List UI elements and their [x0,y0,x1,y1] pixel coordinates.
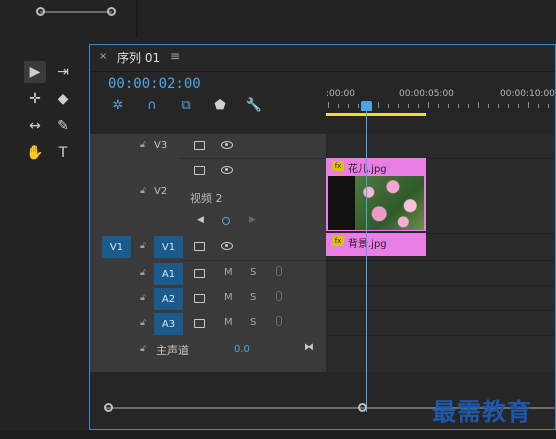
playhead-timecode[interactable]: 00:00:02:00 [108,76,201,92]
master-volume-value[interactable]: 0.0 [234,344,250,355]
track-select-tool-icon[interactable]: ⇥ [52,61,74,83]
lock-icon[interactable]: 🔓︎ [140,268,148,278]
sync-lock-icon[interactable] [194,166,205,175]
lock-icon[interactable]: 🔓︎ [140,241,148,251]
track-row-v3: 🔓︎ V3 [90,134,326,159]
bottom-bar [0,430,556,439]
fx-badge: fx [332,161,344,171]
ruler-label-5: 00:00:05:00 [399,89,454,99]
mute-button[interactable]: M [224,267,233,278]
mic-icon[interactable] [276,316,282,326]
track-target-a1[interactable]: A1 [154,263,183,285]
nest-toggle-icon[interactable]: ✲ [110,97,126,113]
mic-icon[interactable] [276,291,282,301]
source-zoom-track[interactable] [40,11,112,13]
source-monitor-strip [0,0,556,38]
track-target-a3[interactable]: A3 [154,313,183,335]
lock-icon[interactable]: 🔓︎ [140,140,148,150]
add-marker-icon[interactable]: ⬟ [212,97,228,113]
timeline-panel: × 序列 01 ≡ 00:00:02:00 ✲ ∩ ⧉ ⬟ 🔧 :00:00 0… [89,44,556,430]
track-row-a1: 🔓︎ A1 M S [90,262,326,287]
eye-icon[interactable] [221,166,233,174]
linked-selection-icon[interactable]: ⧉ [178,97,194,113]
source-zoom-end-handle[interactable] [107,7,116,16]
sync-lock-icon[interactable] [194,294,205,303]
track-row-master: 🔓︎ 主声道 0.0 ⧓ [90,338,326,363]
clip-flower-name: 花儿.jpg [348,164,387,175]
ripple-edit-tool-icon[interactable]: ✛ [24,88,46,110]
pen-tool-icon[interactable]: ✎ [52,115,74,137]
lock-icon[interactable]: 🔓︎ [140,318,148,328]
mute-button[interactable]: M [224,317,233,328]
zoom-start-handle[interactable] [104,403,113,412]
mic-icon[interactable] [276,266,282,276]
track-name-v3[interactable]: V3 [154,140,167,151]
sync-lock-icon[interactable] [194,141,205,150]
watermark-logo: 最需教育 [432,397,532,426]
clip-flower[interactable]: fx 花儿.jpg [326,158,426,231]
track-target-v1[interactable]: V1 [154,236,183,258]
solo-button[interactable]: S [250,267,256,278]
razor-tool-icon[interactable]: ◆ [52,88,74,110]
master-label: 主声道 [156,344,189,357]
panel-divider [136,0,138,38]
sync-lock-icon[interactable] [194,242,205,251]
eye-icon[interactable] [221,242,233,250]
sync-lock-icon[interactable] [194,269,205,278]
source-zoom-start-handle[interactable] [36,7,45,16]
track-row-a2: 🔓︎ A2 M S [90,287,326,312]
sync-lock-icon[interactable] [194,319,205,328]
zoom-end-handle[interactable] [358,403,367,412]
track-row-v1: V1 🔓︎ V1 [90,235,326,260]
type-tool-icon[interactable]: T [52,142,74,164]
prev-keyframe-icon[interactable]: ◀ [197,215,204,225]
track-target-a2[interactable]: A2 [154,288,183,310]
timeline-settings-icon[interactable]: 🔧 [246,97,262,113]
tools-panel: ▶ ⇥ ✛ ◆ ↔ ✎ ✋ T [0,38,88,430]
mute-button[interactable]: M [224,292,233,303]
tab-close-button[interactable]: × [99,51,107,62]
tab-menu-icon[interactable]: ≡ [170,49,180,63]
ruler-label-0: :00:00 [326,89,355,99]
track-label-v2: 视频 2 [190,192,223,205]
playhead-line[interactable] [366,107,367,412]
clip-background-name: 背景.jpg [348,239,387,250]
selection-tool-icon[interactable]: ▶ [24,61,46,83]
add-keyframe-icon[interactable] [222,217,230,225]
track-headers: 🔓︎ V3 🔓︎ V2 视频 2 ◀ ▶ V1 🔓︎ V1 🔓︎ A1 M S … [90,134,326,372]
sequence-title[interactable]: 序列 01 [117,49,160,66]
go-to-in-out-icon[interactable]: ⧓ [304,342,314,353]
sequence-tab[interactable]: × 序列 01 ≡ [90,45,555,72]
clip-background[interactable]: fx 背景.jpg [326,233,426,256]
slip-tool-icon[interactable]: ↔ [24,115,46,137]
clip-thumbnail [328,176,424,230]
solo-button[interactable]: S [250,317,256,328]
ruler-label-10: 00:00:10:00 [500,89,555,99]
eye-icon[interactable] [221,141,233,149]
snap-icon[interactable]: ∩ [144,97,160,113]
hand-tool-icon[interactable]: ✋ [24,142,46,164]
fx-badge: fx [332,236,344,246]
next-keyframe-icon[interactable]: ▶ [249,215,256,225]
track-row-a3: 🔓︎ A3 M S [90,312,326,337]
keyframe-nav: ◀ ▶ [90,211,326,236]
lock-icon[interactable]: 🔓︎ [140,293,148,303]
lock-icon[interactable]: 🔓︎ [140,344,148,354]
source-target-v1[interactable]: V1 [102,236,131,258]
work-area-bar[interactable] [326,113,426,116]
solo-button[interactable]: S [250,292,256,303]
